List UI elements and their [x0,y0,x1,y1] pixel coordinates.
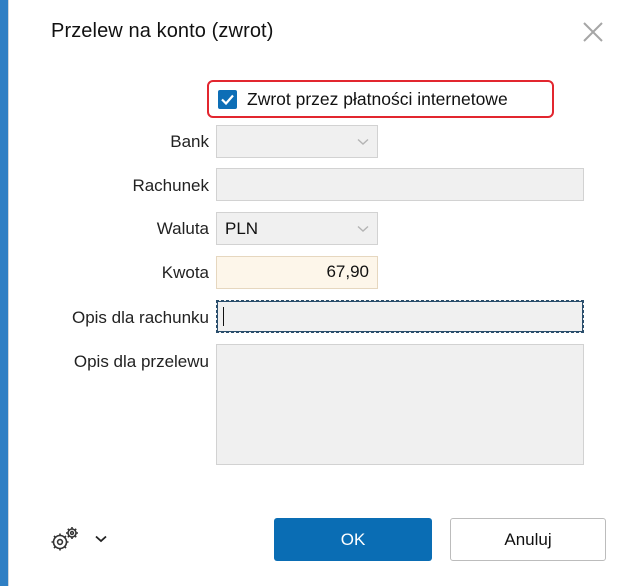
settings-menu-button[interactable] [49,525,107,553]
checkmark-icon [221,94,234,105]
account-label: Rachunek [132,176,209,195]
chevron-down-icon [357,225,369,232]
ok-button[interactable]: OK [274,518,432,561]
amount-label: Kwota [161,263,209,282]
transfer-description-field[interactable] [216,344,584,465]
account-description-label: Opis dla rachunku [71,308,209,327]
online-payment-checkbox[interactable] [218,89,237,109]
close-icon [583,22,603,42]
online-payment-checkbox-row[interactable]: Zwrot przez płatności internetowe [207,80,554,118]
account-description-field[interactable] [216,300,584,333]
bank-label: Bank [170,132,209,151]
text-caret [223,307,224,326]
currency-label: Waluta [156,219,209,238]
amount-field[interactable]: 67,90 [216,256,378,289]
close-button[interactable] [581,20,605,44]
online-payment-label: Zwrot przez płatności internetowe [247,88,508,109]
cancel-button[interactable]: Anuluj [450,518,606,561]
account-field[interactable] [216,168,584,201]
chevron-down-icon [95,535,107,543]
chevron-down-icon [357,138,369,145]
dialog-title: Przelew na konto (zwrot) [51,20,274,42]
dialog: Przelew na konto (zwrot) Zwrot przez pła… [8,0,623,586]
transfer-description-label: Opis dla przelewu [73,352,209,371]
gears-icon [51,527,78,551]
bank-select[interactable] [216,125,378,158]
currency-select[interactable]: PLN [216,212,378,245]
currency-value: PLN [225,218,259,238]
